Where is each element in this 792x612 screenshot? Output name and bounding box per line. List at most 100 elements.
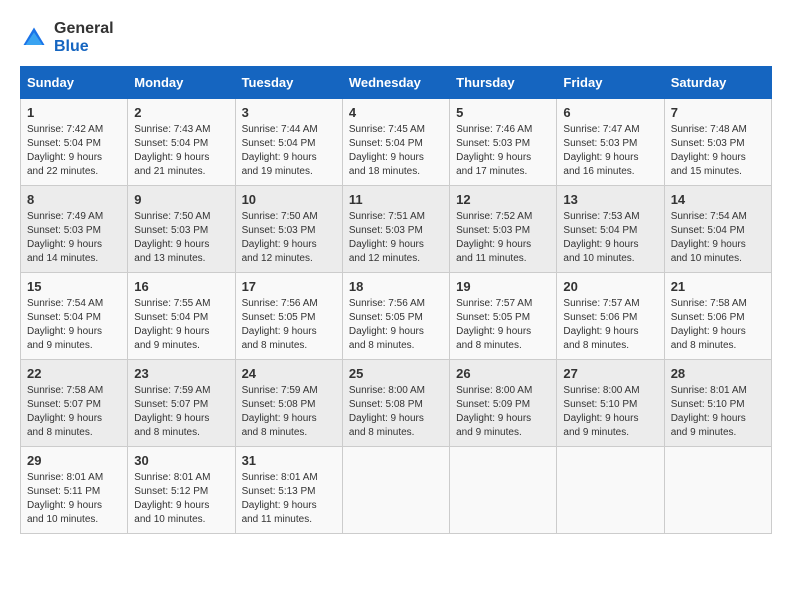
day-number: 3 [242, 105, 336, 120]
calendar-day-cell: 31 Sunrise: 8:01 AM Sunset: 5:13 PM Dayl… [235, 447, 342, 534]
day-number: 9 [134, 192, 228, 207]
calendar-day-cell: 21 Sunrise: 7:58 AM Sunset: 5:06 PM Dayl… [664, 273, 771, 360]
sunrise-label: Sunrise: 7:55 AM [134, 298, 210, 309]
sunrise-label: Sunrise: 7:57 AM [456, 298, 532, 309]
sunrise-label: Sunrise: 7:57 AM [563, 298, 639, 309]
day-info: Sunrise: 7:42 AM Sunset: 5:04 PM Dayligh… [27, 123, 121, 179]
day-info: Sunrise: 7:47 AM Sunset: 5:03 PM Dayligh… [563, 123, 657, 179]
sunrise-label: Sunrise: 8:00 AM [563, 385, 639, 396]
sunset-label: Sunset: 5:03 PM [456, 225, 530, 236]
calendar-day-cell: 2 Sunrise: 7:43 AM Sunset: 5:04 PM Dayli… [128, 99, 235, 186]
calendar-day-cell: 5 Sunrise: 7:46 AM Sunset: 5:03 PM Dayli… [450, 99, 557, 186]
daylight-label: Daylight: 9 hours and 12 minutes. [349, 239, 424, 264]
day-number: 19 [456, 279, 550, 294]
sunset-label: Sunset: 5:04 PM [563, 225, 637, 236]
day-number: 20 [563, 279, 657, 294]
weekday-header: Sunday [21, 67, 128, 99]
day-info: Sunrise: 7:59 AM Sunset: 5:08 PM Dayligh… [242, 384, 336, 440]
calendar-day-cell: 4 Sunrise: 7:45 AM Sunset: 5:04 PM Dayli… [342, 99, 449, 186]
sunrise-label: Sunrise: 8:01 AM [134, 472, 210, 483]
day-number: 25 [349, 366, 443, 381]
day-info: Sunrise: 7:51 AM Sunset: 5:03 PM Dayligh… [349, 210, 443, 266]
day-info: Sunrise: 7:52 AM Sunset: 5:03 PM Dayligh… [456, 210, 550, 266]
day-number: 15 [27, 279, 121, 294]
sunset-label: Sunset: 5:03 PM [349, 225, 423, 236]
day-info: Sunrise: 8:01 AM Sunset: 5:11 PM Dayligh… [27, 471, 121, 527]
sunset-label: Sunset: 5:03 PM [671, 138, 745, 149]
day-info: Sunrise: 7:45 AM Sunset: 5:04 PM Dayligh… [349, 123, 443, 179]
sunrise-label: Sunrise: 7:44 AM [242, 124, 318, 135]
day-number: 30 [134, 453, 228, 468]
calendar-day-cell: 12 Sunrise: 7:52 AM Sunset: 5:03 PM Dayl… [450, 186, 557, 273]
sunset-label: Sunset: 5:04 PM [242, 138, 316, 149]
day-number: 22 [27, 366, 121, 381]
sunrise-label: Sunrise: 7:58 AM [27, 385, 103, 396]
day-number: 10 [242, 192, 336, 207]
sunrise-label: Sunrise: 7:50 AM [242, 211, 318, 222]
calendar-day-cell: 30 Sunrise: 8:01 AM Sunset: 5:12 PM Dayl… [128, 447, 235, 534]
daylight-label: Daylight: 9 hours and 22 minutes. [27, 152, 102, 177]
daylight-label: Daylight: 9 hours and 10 minutes. [134, 500, 209, 525]
day-number: 8 [27, 192, 121, 207]
sunrise-label: Sunrise: 7:59 AM [134, 385, 210, 396]
day-info: Sunrise: 7:46 AM Sunset: 5:03 PM Dayligh… [456, 123, 550, 179]
daylight-label: Daylight: 9 hours and 8 minutes. [456, 326, 531, 351]
sunset-label: Sunset: 5:07 PM [134, 399, 208, 410]
daylight-label: Daylight: 9 hours and 10 minutes. [671, 239, 746, 264]
day-info: Sunrise: 8:01 AM Sunset: 5:12 PM Dayligh… [134, 471, 228, 527]
daylight-label: Daylight: 9 hours and 12 minutes. [242, 239, 317, 264]
calendar-day-cell: 17 Sunrise: 7:56 AM Sunset: 5:05 PM Dayl… [235, 273, 342, 360]
calendar-day-cell: 29 Sunrise: 8:01 AM Sunset: 5:11 PM Dayl… [21, 447, 128, 534]
day-number: 31 [242, 453, 336, 468]
daylight-label: Daylight: 9 hours and 18 minutes. [349, 152, 424, 177]
calendar-day-cell: 7 Sunrise: 7:48 AM Sunset: 5:03 PM Dayli… [664, 99, 771, 186]
sunset-label: Sunset: 5:04 PM [134, 138, 208, 149]
daylight-label: Daylight: 9 hours and 19 minutes. [242, 152, 317, 177]
sunset-label: Sunset: 5:08 PM [349, 399, 423, 410]
daylight-label: Daylight: 9 hours and 9 minutes. [671, 413, 746, 438]
weekday-header: Tuesday [235, 67, 342, 99]
sunrise-label: Sunrise: 7:56 AM [242, 298, 318, 309]
calendar-week-row: 1 Sunrise: 7:42 AM Sunset: 5:04 PM Dayli… [21, 99, 772, 186]
calendar-day-cell: 9 Sunrise: 7:50 AM Sunset: 5:03 PM Dayli… [128, 186, 235, 273]
calendar-day-cell: 24 Sunrise: 7:59 AM Sunset: 5:08 PM Dayl… [235, 360, 342, 447]
calendar-day-cell [342, 447, 449, 534]
day-info: Sunrise: 7:58 AM Sunset: 5:06 PM Dayligh… [671, 297, 765, 353]
day-number: 11 [349, 192, 443, 207]
daylight-label: Daylight: 9 hours and 8 minutes. [27, 413, 102, 438]
day-number: 4 [349, 105, 443, 120]
sunrise-label: Sunrise: 7:49 AM [27, 211, 103, 222]
daylight-label: Daylight: 9 hours and 8 minutes. [563, 326, 638, 351]
day-number: 17 [242, 279, 336, 294]
daylight-label: Daylight: 9 hours and 10 minutes. [563, 239, 638, 264]
logo-icon [20, 24, 48, 52]
sunset-label: Sunset: 5:04 PM [27, 138, 101, 149]
weekday-header: Monday [128, 67, 235, 99]
sunset-label: Sunset: 5:05 PM [349, 312, 423, 323]
calendar-day-cell: 14 Sunrise: 7:54 AM Sunset: 5:04 PM Dayl… [664, 186, 771, 273]
day-info: Sunrise: 7:43 AM Sunset: 5:04 PM Dayligh… [134, 123, 228, 179]
day-info: Sunrise: 8:01 AM Sunset: 5:13 PM Dayligh… [242, 471, 336, 527]
daylight-label: Daylight: 9 hours and 8 minutes. [671, 326, 746, 351]
sunset-label: Sunset: 5:06 PM [671, 312, 745, 323]
calendar-day-cell: 19 Sunrise: 7:57 AM Sunset: 5:05 PM Dayl… [450, 273, 557, 360]
day-number: 24 [242, 366, 336, 381]
daylight-label: Daylight: 9 hours and 9 minutes. [563, 413, 638, 438]
daylight-label: Daylight: 9 hours and 10 minutes. [27, 500, 102, 525]
sunset-label: Sunset: 5:06 PM [563, 312, 637, 323]
sunrise-label: Sunrise: 7:54 AM [671, 211, 747, 222]
daylight-label: Daylight: 9 hours and 16 minutes. [563, 152, 638, 177]
calendar-day-cell: 11 Sunrise: 7:51 AM Sunset: 5:03 PM Dayl… [342, 186, 449, 273]
daylight-label: Daylight: 9 hours and 8 minutes. [134, 413, 209, 438]
calendar-day-cell: 26 Sunrise: 8:00 AM Sunset: 5:09 PM Dayl… [450, 360, 557, 447]
day-number: 14 [671, 192, 765, 207]
day-info: Sunrise: 7:59 AM Sunset: 5:07 PM Dayligh… [134, 384, 228, 440]
day-info: Sunrise: 7:50 AM Sunset: 5:03 PM Dayligh… [134, 210, 228, 266]
calendar-day-cell [664, 447, 771, 534]
sunset-label: Sunset: 5:03 PM [456, 138, 530, 149]
weekday-header: Thursday [450, 67, 557, 99]
sunset-label: Sunset: 5:11 PM [27, 486, 100, 497]
day-info: Sunrise: 7:56 AM Sunset: 5:05 PM Dayligh… [242, 297, 336, 353]
day-info: Sunrise: 7:49 AM Sunset: 5:03 PM Dayligh… [27, 210, 121, 266]
calendar-day-cell: 16 Sunrise: 7:55 AM Sunset: 5:04 PM Dayl… [128, 273, 235, 360]
